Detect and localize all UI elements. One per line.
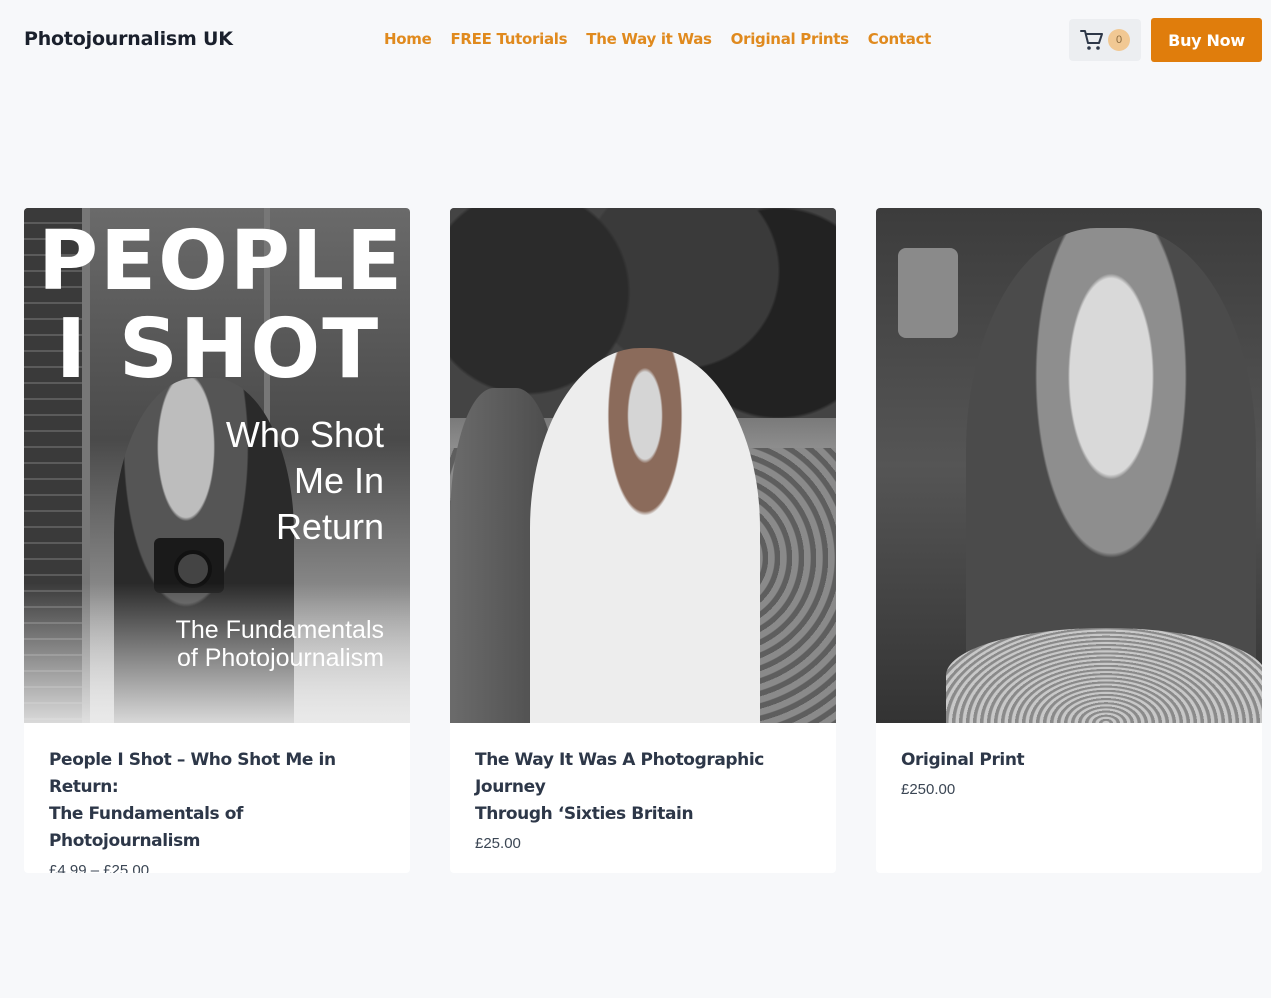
site-title[interactable]: Photojournalism UK	[24, 28, 233, 50]
cover-footer-line1: The Fundamentals	[175, 616, 384, 644]
product-title-line1: Original Print	[901, 750, 1025, 770]
product-info: People I Shot – Who Shot Me in Return: T…	[24, 723, 410, 873]
product-card: The Way It Was A Photographic Journey Th…	[450, 208, 836, 873]
cover-subtitle-line1: Who Shot	[225, 414, 384, 455]
site-header: Photojournalism UK Home FREE Tutorials T…	[0, 0, 1271, 80]
cover-subtitle-line2: Me In	[293, 460, 384, 501]
product-image-original-print[interactable]	[876, 208, 1262, 723]
product-card: PEOPLE I SHOT Who Shot Me In Return The …	[24, 208, 410, 873]
nav-home[interactable]: Home	[384, 30, 432, 48]
product-title[interactable]: The Way It Was A Photographic Journey Th…	[475, 747, 811, 828]
product-title-line1: People I Shot – Who Shot Me in Return:	[49, 750, 336, 797]
product-price: £4.99 – £25.00	[49, 862, 150, 873]
cover-subtitle-line3: Return	[275, 506, 384, 547]
product-price: £25.00	[475, 835, 521, 852]
product-title-line1: The Way It Was A Photographic Journey	[475, 750, 764, 797]
product-image-the-way-it-was[interactable]	[450, 208, 836, 723]
nav-the-way-it-was[interactable]: The Way it Was	[586, 30, 712, 48]
buy-now-button[interactable]: Buy Now	[1151, 18, 1262, 62]
cart-icon	[1080, 30, 1103, 50]
product-title[interactable]: Original Print	[901, 747, 1237, 774]
cart-button[interactable]: 0	[1069, 19, 1141, 61]
product-image-people-i-shot[interactable]: PEOPLE I SHOT Who Shot Me In Return The …	[24, 208, 410, 723]
nav-free-tutorials[interactable]: FREE Tutorials	[450, 30, 567, 48]
product-title[interactable]: People I Shot – Who Shot Me in Return: T…	[49, 747, 385, 855]
nav-original-prints[interactable]: Original Prints	[731, 30, 849, 48]
cover-title-line2: I SHOT	[55, 302, 381, 397]
product-title-line2: Through ‘Sixties Britain	[475, 804, 694, 824]
cover-footer-line2: of Photojournalism	[176, 644, 384, 672]
product-price: £250.00	[901, 781, 956, 798]
main-nav: Home FREE Tutorials The Way it Was Origi…	[384, 30, 931, 48]
product-info: Original Print £250.00	[876, 723, 1262, 798]
cover-title-line1: PEOPLE	[38, 214, 405, 309]
product-card: Original Print £250.00	[876, 208, 1262, 873]
cart-count-badge: 0	[1108, 29, 1130, 51]
girl-figure	[530, 348, 760, 723]
product-info: The Way It Was A Photographic Journey Th…	[450, 723, 836, 852]
nav-contact[interactable]: Contact	[868, 30, 932, 48]
spaghetti-plate	[946, 628, 1262, 723]
product-title-line2: The Fundamentals of Photojournalism	[49, 804, 244, 851]
wall-phone	[898, 248, 958, 338]
